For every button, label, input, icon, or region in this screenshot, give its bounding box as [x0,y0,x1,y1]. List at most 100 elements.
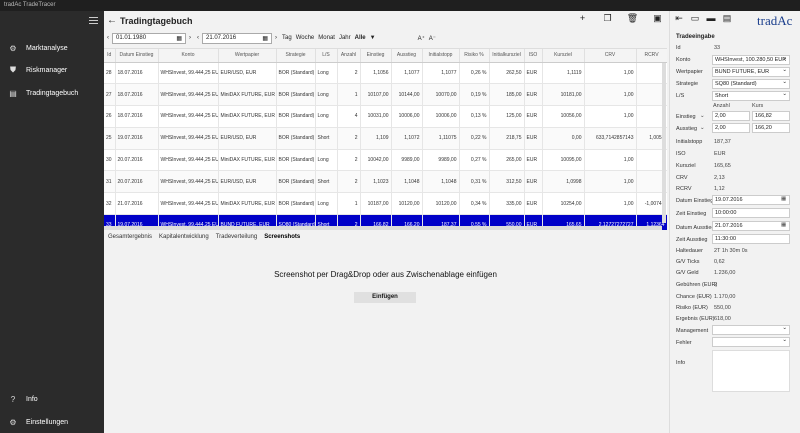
next-icon[interactable]: › [272,35,280,41]
vertical-scrollbar[interactable] [662,63,666,223]
filter-jahr-button[interactable]: Jahr [339,35,351,41]
horizontal-scrollbar[interactable] [104,226,662,230]
datum-einstieg-field[interactable]: 19.07.2016 [712,195,790,205]
sidebar-item-info[interactable]: ? Info [0,388,104,410]
column-header[interactable]: Konto [158,49,219,63]
table-cell: BOR (Standard) [276,83,316,107]
sidebar-item-tradingtagebuch[interactable]: ▤ Tradingtagebuch [0,82,104,104]
table-cell: WHSInvest, 99.444,25 EUR [158,62,219,85]
filter-tag-button[interactable]: Tag [282,35,292,41]
table-row[interactable]: 28 18.07.2016 WHSInvest, 99.444,25 EUR EUR/… [104,62,667,85]
column-header[interactable]: Anzahl [337,49,361,63]
zeit-ausstieg-field[interactable]: 11:30:00 [712,234,790,244]
delete-icon[interactable]: 🗑 [620,13,645,24]
sidebar-item-riskmanager[interactable]: ⛊ Riskmanager [0,59,104,81]
prev-icon[interactable]: ‹ [104,35,112,41]
main-area: ← Tradingtagebuch + ❐ 🗑 ▣ ‹ 01.01.1980 ▦… [104,11,667,433]
table-row[interactable]: 25 19.07.2016 WHSInvest, 99.444,25 EUR EUR/… [104,127,667,150]
initialstopp-value: 187,37 [714,139,731,145]
filter-woche-button[interactable]: Woche [296,35,315,41]
prev-icon[interactable]: ‹ [194,35,202,41]
ausstieg-kurs-field[interactable]: 166,20 [752,123,790,133]
window-split-icon[interactable]: ▬ [703,13,719,24]
window-icon[interactable]: ▭ [687,13,703,24]
table-row[interactable]: 31 20.07.2016 WHSInvest, 99.444,25 EUR EUR/… [104,170,667,194]
info-textarea[interactable] [712,350,790,392]
calendar-icon[interactable]: ▦ [781,222,786,228]
table-cell: WHSInvest, 99.444,25 EUR [158,105,219,128]
table-row[interactable]: 27 18.07.2016 WHSInvest, 99.444,25 EUR Mini… [104,83,667,107]
konto-select[interactable]: WHSInvest, 100.280,50 EUR [712,54,790,65]
wertpapier-select[interactable]: BUND FUTURE, EUR [712,66,790,77]
copy-icon[interactable]: ❐ [595,13,620,24]
add-icon[interactable]: + [570,13,595,24]
sidebar-item-einstellungen[interactable]: ⚙ Einstellungen [0,411,104,433]
initialstopp-label: Initialstopp [676,139,703,145]
zeit-einstieg-field[interactable]: 10:00:00 [712,208,790,218]
insert-button[interactable]: Einfügen [354,292,416,303]
filter-monat-button[interactable]: Monat [318,35,335,41]
font-increase-icon[interactable]: A⁺ [418,35,425,42]
ausstieg-anzahl-field[interactable]: 2,00 [712,123,750,133]
einstieg-anzahl-field[interactable]: 2,00 [712,111,750,121]
table-cell: 18.07.2016 [115,105,159,128]
table-row[interactable]: 30 20.07.2016 WHSInvest, 99.444,25 EUR Mini… [104,149,667,172]
column-header[interactable]: Wertpapier [218,49,277,63]
tab-gesamtergebnis[interactable]: Gesamtergebnis [108,234,152,244]
next-icon[interactable]: › [186,35,194,41]
table-cell: 32 [104,192,116,216]
strategie-select[interactable]: SQ80 (Standard) [712,78,790,89]
datum-ausstieg-field[interactable]: 21.07.2016 [712,221,790,231]
font-decrease-icon[interactable]: A⁻ [429,35,436,42]
table-cell: 25 [104,127,116,150]
filter-icon[interactable]: ▼ [370,35,376,41]
ls-select[interactable]: Short [712,90,790,101]
column-header[interactable]: Risiko % [459,49,490,63]
column-header[interactable]: L/S [315,49,338,63]
calendar-icon[interactable]: ▦ [781,196,786,202]
dropdown-icon[interactable]: ⌄ [700,113,705,119]
table-cell: BOR (Standard) [276,127,316,150]
table-header: Id Datum Einstieg Konto Wertpapier Strategie… [104,49,667,63]
einstieg-kurs-field[interactable]: 166,82 [752,111,790,121]
column-header[interactable]: CRV [584,49,637,63]
save-icon[interactable]: ▣ [645,13,670,24]
tab-kapitalentwicklung[interactable]: Kapitalentwicklung [159,234,209,244]
column-header[interactable]: Initialstopp [422,49,460,63]
management-select[interactable] [712,324,790,335]
screenshot-panel[interactable]: Screenshot per Drag&Drop oder aus Zwisch… [104,245,667,433]
column-header[interactable]: Id [104,49,116,63]
column-header[interactable]: Ausstieg [391,49,423,63]
calendar-icon[interactable]: ▦ [176,35,182,42]
tab-tradeverteilung[interactable]: Tradeverteilung [216,234,257,244]
sidebar-item-label: Info [26,395,38,403]
table-cell: 10254,00 [542,192,585,216]
document-icon[interactable]: ▤ [719,13,735,24]
tab-screenshots[interactable]: Screenshots [264,234,300,244]
dropdown-icon[interactable]: ⌄ [700,125,705,131]
date-from-field[interactable]: 01.01.1980 ▦ [112,32,186,44]
fehler-select[interactable] [712,336,790,347]
column-header[interactable]: ISO [524,49,543,63]
column-header[interactable]: Datum Einstieg [115,49,159,63]
table-row[interactable]: 32 21.07.2016 WHSInvest, 99.444,25 EUR Mini… [104,192,667,216]
column-header[interactable]: Strategie [276,49,316,63]
column-header[interactable]: Initialkursziel [489,49,525,63]
filter-alle-button[interactable]: Alle [355,35,366,41]
date-to-field[interactable]: 21.07.2016 ▦ [202,32,272,44]
table-cell: 0,19 % [459,83,490,107]
table-row[interactable]: 26 18.07.2016 WHSInvest, 99.444,25 EUR Mini… [104,105,667,128]
sidebar-item-marktanalyse[interactable]: ⚙ Marktanalyse [0,37,104,59]
back-arrow-icon[interactable]: ← [104,15,120,26]
calendar-icon[interactable]: ▦ [262,35,268,42]
table-cell: 19.07.2016 [115,127,159,150]
column-header[interactable]: Kursziel [542,49,585,63]
arrow-left-icon[interactable]: ⇤ [671,13,687,24]
panel-title: Tradeeingabe [676,34,715,40]
column-header[interactable]: Einstieg [360,49,392,63]
shield-icon: ⛊ [10,65,16,74]
table-cell: Short [315,127,338,150]
table-cell: 10031,00 [360,105,392,128]
hamburger-icon[interactable] [89,17,98,24]
column-header[interactable]: RCRV [636,49,667,63]
